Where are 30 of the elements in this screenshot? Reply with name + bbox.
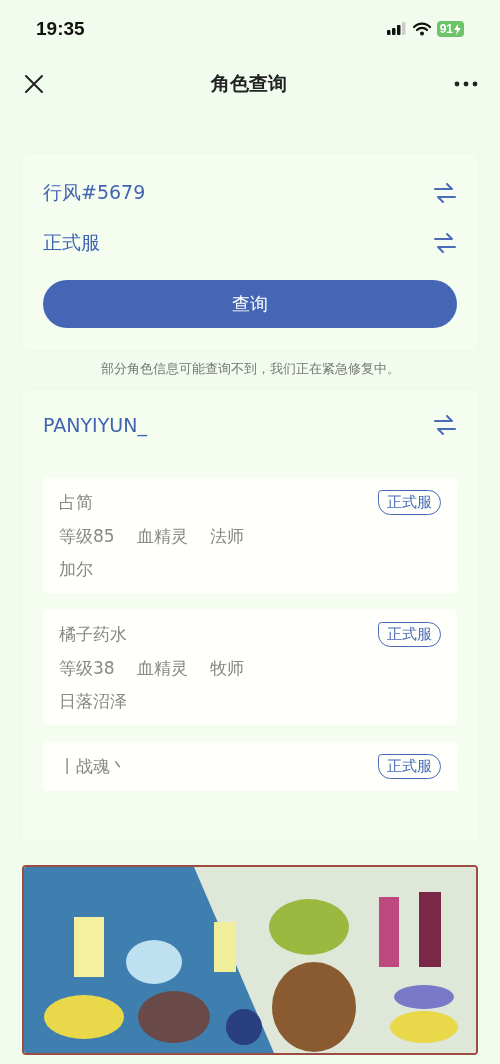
server-name: 正式服	[43, 230, 100, 255]
character-card[interactable]: 丨战魂丶 正式服	[43, 742, 457, 791]
character-realm: 加尔	[59, 558, 94, 581]
character-class: 牧师	[209, 657, 244, 680]
character-name: 占简	[59, 491, 93, 514]
character-name: 丨战魂丶	[59, 755, 127, 778]
bolt-icon	[454, 23, 461, 35]
character-realm: 日落沼泽	[59, 690, 128, 713]
swap-icon[interactable]	[433, 414, 457, 436]
character-race: 血精灵	[136, 657, 188, 680]
battery-level: 91	[439, 22, 453, 36]
account-name: PANYIYUN_	[43, 414, 147, 436]
character-level: 等级85	[59, 525, 115, 548]
close-icon[interactable]	[24, 74, 44, 94]
query-button[interactable]: 查询	[43, 280, 457, 328]
character-race: 血精灵	[136, 525, 188, 548]
page-title: 角色查询	[211, 71, 287, 96]
character-level: 等级38	[59, 657, 115, 680]
character-card[interactable]: 橘子药水 正式服 等级38 血精灵 牧师 日落沼泽	[43, 610, 457, 725]
signal-icon	[386, 22, 407, 36]
wifi-icon	[412, 22, 431, 36]
swap-icon[interactable]	[433, 232, 457, 254]
swap-icon[interactable]	[433, 182, 457, 204]
character-class: 法师	[209, 525, 244, 548]
notice-text: 部分角色信息可能查询不到，我们正在紧急修复中。	[99, 360, 401, 378]
account-name: 行风#5679	[43, 180, 146, 205]
more-icon[interactable]	[454, 81, 478, 87]
character-name: 橘子药水	[59, 623, 127, 646]
status-time: 19:35	[36, 18, 85, 40]
character-card[interactable]: 占简 正式服 等级85 血精灵 法师 加尔	[43, 478, 457, 593]
